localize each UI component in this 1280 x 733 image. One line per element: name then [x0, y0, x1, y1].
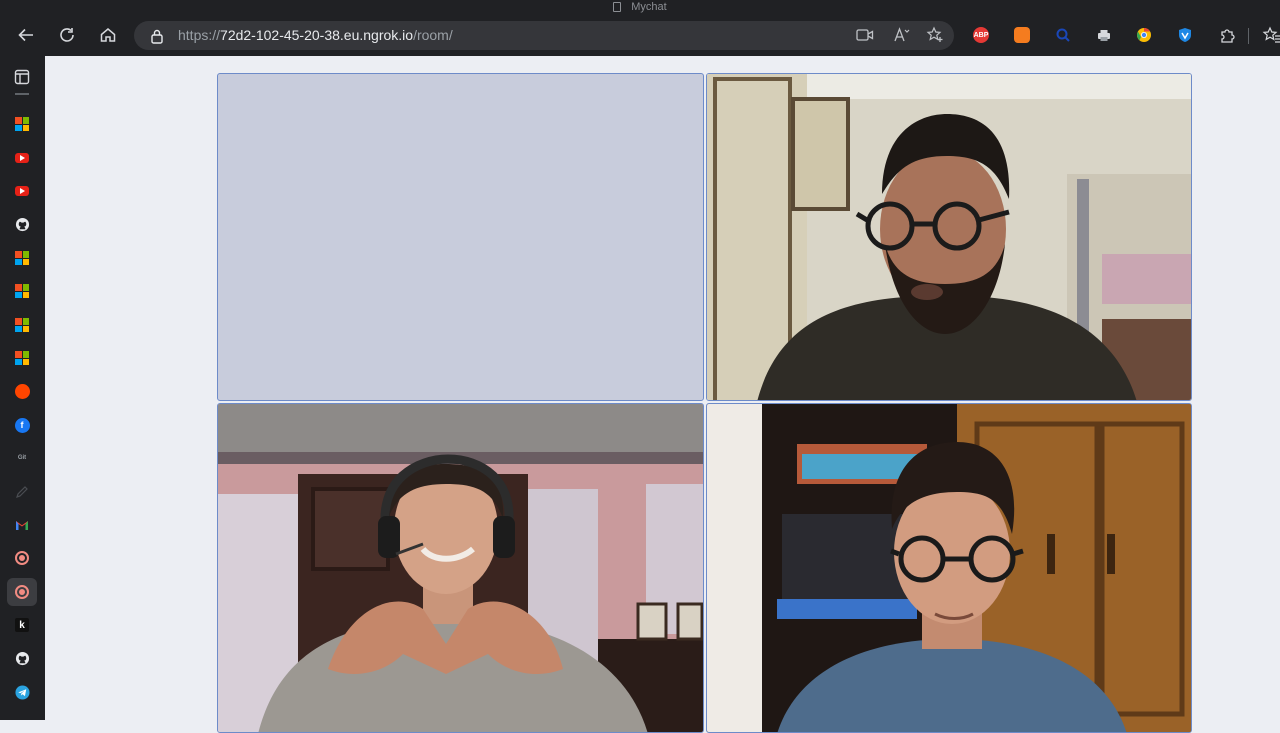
- sidebar-tab-record-1[interactable]: [13, 549, 31, 567]
- url-host: 72d2-102-45-20-38.eu.ngrok.io: [220, 27, 414, 43]
- sidebar-tab-microsoft-4[interactable]: [13, 316, 31, 334]
- back-button[interactable]: [15, 24, 37, 46]
- refresh-icon: [60, 28, 74, 42]
- video-tile-participant-3: [706, 403, 1192, 733]
- pencil-icon: [16, 486, 28, 498]
- participant-2-video: [218, 404, 703, 732]
- extensions-button[interactable]: [1216, 24, 1238, 46]
- youtube-icon: [15, 153, 29, 163]
- participant-3-video: [707, 404, 1191, 732]
- tab-actions-button[interactable]: [13, 68, 31, 86]
- record-icon: [15, 585, 29, 599]
- facebook-icon: f: [14, 417, 30, 433]
- microsoft-icon: [15, 351, 29, 365]
- url-text[interactable]: https://72d2-102-45-20-38.eu.ngrok.io/ro…: [178, 27, 453, 43]
- puzzle-icon: [1221, 29, 1235, 43]
- github-icon: [15, 651, 29, 665]
- refresh-button[interactable]: [56, 24, 78, 46]
- lock-icon: [151, 29, 163, 44]
- sidebar-tab-github-1[interactable]: [13, 215, 31, 233]
- vpn-shield-icon[interactable]: [1177, 27, 1193, 43]
- sidebar-tab-facebook[interactable]: f: [13, 416, 31, 434]
- k-icon: k: [15, 618, 29, 632]
- tab-panel-icon: [14, 69, 30, 85]
- microsoft-icon: [15, 318, 29, 332]
- home-icon: [100, 28, 116, 42]
- favorites-button[interactable]: [1260, 24, 1280, 46]
- participant-1-video: [707, 74, 1191, 400]
- document-icon: [613, 2, 622, 12]
- camera-icon[interactable]: [856, 28, 874, 42]
- favorite-star-icon[interactable]: [926, 26, 944, 44]
- sidebar-tab-git[interactable]: Git: [13, 449, 31, 467]
- record-icon: [15, 551, 29, 565]
- sidebar-tab-telegram[interactable]: [13, 683, 31, 701]
- adblock-plus-icon[interactable]: ABP: [973, 27, 989, 43]
- sidebar-tab-youtube-1[interactable]: [13, 149, 31, 167]
- github-icon: [15, 217, 29, 231]
- window-titlebar: Mychat: [0, 0, 1280, 14]
- sidebar-divider: [15, 93, 29, 95]
- url-scheme: https://: [178, 27, 221, 43]
- sidebar-tab-microsoft-5[interactable]: [13, 349, 31, 367]
- sidebar-tab-github-2[interactable]: [13, 649, 31, 667]
- address-bar[interactable]: https://72d2-102-45-20-38.eu.ngrok.io/ro…: [134, 21, 954, 50]
- microsoft-icon: [15, 117, 29, 131]
- video-tile-participant-1: [706, 73, 1192, 401]
- favorites-icon: [1262, 26, 1280, 43]
- home-button[interactable]: [97, 24, 119, 46]
- sidebar-tab-k[interactable]: k: [13, 616, 31, 634]
- vertical-tabs-sidebar: f Git k: [0, 56, 45, 720]
- browser-toolbar: https://72d2-102-45-20-38.eu.ngrok.io/ro…: [0, 14, 1280, 56]
- microsoft-icon: [15, 284, 29, 298]
- video-tile-empty: [217, 73, 704, 401]
- sidebar-tab-microsoft-1[interactable]: [13, 115, 31, 133]
- telegram-icon: [14, 684, 30, 700]
- gmail-icon: [16, 520, 28, 530]
- sidebar-tab-microsoft-3[interactable]: [13, 282, 31, 300]
- extension-orange-icon[interactable]: [1014, 27, 1030, 43]
- sidebar-tab-pencil[interactable]: [13, 483, 31, 501]
- sidebar-tab-reddit[interactable]: [13, 382, 31, 400]
- toolbar-divider: [1248, 28, 1249, 44]
- url-path: /room/: [413, 27, 453, 43]
- back-arrow-icon: [18, 28, 33, 42]
- reddit-icon: [14, 383, 30, 399]
- sidebar-tab-youtube-2[interactable]: [13, 182, 31, 200]
- video-tile-participant-2: [217, 403, 704, 733]
- chrome-icon[interactable]: [1136, 27, 1152, 43]
- sidebar-tab-record-2[interactable]: [7, 578, 37, 606]
- window-title: Mychat: [631, 1, 667, 13]
- git-icon: Git: [17, 455, 27, 461]
- extension-blue-icon[interactable]: [1055, 27, 1071, 43]
- read-aloud-icon[interactable]: [893, 26, 911, 44]
- youtube-icon: [15, 186, 29, 196]
- microsoft-icon: [15, 251, 29, 265]
- sidebar-tab-microsoft-2[interactable]: [13, 249, 31, 267]
- adblock-plus-label: ABP: [973, 31, 989, 39]
- printer-icon[interactable]: [1096, 27, 1112, 43]
- sidebar-tab-gmail[interactable]: [13, 516, 31, 534]
